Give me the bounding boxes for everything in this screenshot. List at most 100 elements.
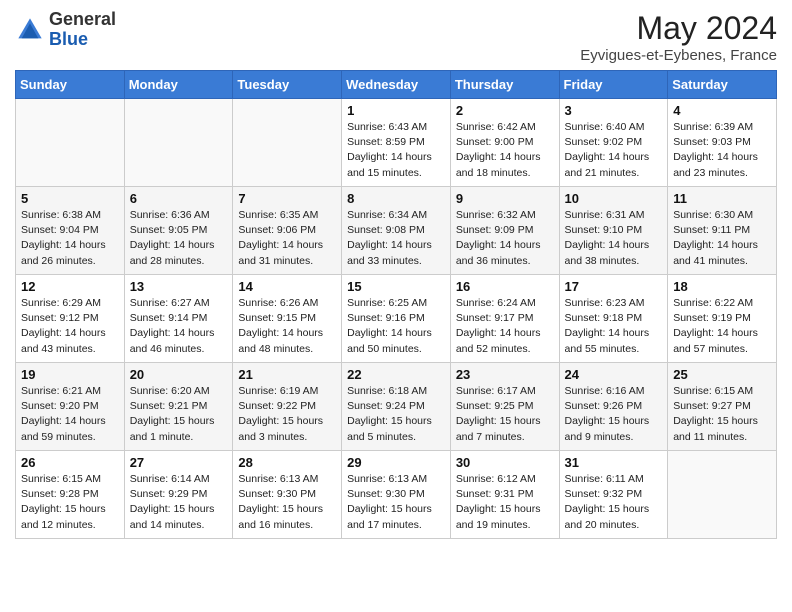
cell-text: Sunrise: 6:21 AM Sunset: 9:20 PM Dayligh… bbox=[21, 384, 119, 445]
day-number: 14 bbox=[238, 279, 336, 294]
cell-text: Sunrise: 6:15 AM Sunset: 9:28 PM Dayligh… bbox=[21, 472, 119, 533]
calendar-cell: 10 Sunrise: 6:31 AM Sunset: 9:10 PM Dayli… bbox=[559, 187, 668, 275]
cell-text: Sunrise: 6:39 AM Sunset: 9:03 PM Dayligh… bbox=[673, 120, 771, 181]
logo-text: General Blue bbox=[49, 10, 116, 50]
cell-text: Sunrise: 6:36 AM Sunset: 9:05 PM Dayligh… bbox=[130, 208, 228, 269]
day-of-week-header: Thursday bbox=[450, 71, 559, 99]
day-number: 1 bbox=[347, 103, 445, 118]
day-of-week-header: Wednesday bbox=[342, 71, 451, 99]
calendar-cell: 25 Sunrise: 6:15 AM Sunset: 9:27 PM Dayli… bbox=[668, 363, 777, 451]
cell-text: Sunrise: 6:14 AM Sunset: 9:29 PM Dayligh… bbox=[130, 472, 228, 533]
day-number: 5 bbox=[21, 191, 119, 206]
cell-text: Sunrise: 6:35 AM Sunset: 9:06 PM Dayligh… bbox=[238, 208, 336, 269]
page-header: General Blue May 2024 Eyvigues-et-Eybene… bbox=[15, 10, 777, 64]
calendar-cell: 6Sunrise: 6:36 AM Sunset: 9:05 PM Daylig… bbox=[124, 187, 233, 275]
cell-text: Sunrise: 6:27 AM Sunset: 9:14 PM Dayligh… bbox=[130, 296, 228, 357]
calendar-cell: 8Sunrise: 6:34 AM Sunset: 9:08 PM Daylig… bbox=[342, 187, 451, 275]
cell-text: Sunrise: 6:43 AM Sunset: 8:59 PM Dayligh… bbox=[347, 120, 445, 181]
day-number: 30 bbox=[456, 455, 554, 470]
cell-text: Sunrise: 6:18 AM Sunset: 9:24 PM Dayligh… bbox=[347, 384, 445, 445]
cell-text: Sunrise: 6:19 AM Sunset: 9:22 PM Dayligh… bbox=[238, 384, 336, 445]
day-number: 2 bbox=[456, 103, 554, 118]
calendar-week-row: 26Sunrise: 6:15 AM Sunset: 9:28 PM Dayli… bbox=[16, 451, 777, 539]
day-number: 25 bbox=[673, 367, 771, 382]
calendar-cell: 12Sunrise: 6:29 AM Sunset: 9:12 PM Dayli… bbox=[16, 275, 125, 363]
cell-text: Sunrise: 6:16 AM Sunset: 9:26 PM Dayligh… bbox=[565, 384, 663, 445]
calendar-header-row: SundayMondayTuesdayWednesdayThursdayFrid… bbox=[16, 71, 777, 99]
calendar-cell: 20 Sunrise: 6:20 AM Sunset: 9:21 PM Dayli… bbox=[124, 363, 233, 451]
day-number: 28 bbox=[238, 455, 336, 470]
cell-text: Sunrise: 6:17 AM Sunset: 9:25 PM Dayligh… bbox=[456, 384, 554, 445]
cell-text: Sunrise: 6:34 AM Sunset: 9:08 PM Dayligh… bbox=[347, 208, 445, 269]
day-number: 23 bbox=[456, 367, 554, 382]
calendar-cell: 27 Sunrise: 6:14 AM Sunset: 9:29 PM Dayli… bbox=[124, 451, 233, 539]
calendar-cell: 14 Sunrise: 6:26 AM Sunset: 9:15 PM Dayli… bbox=[233, 275, 342, 363]
cell-text: Sunrise: 6:11 AM Sunset: 9:32 PM Dayligh… bbox=[565, 472, 663, 533]
day-number: 22 bbox=[347, 367, 445, 382]
calendar-week-row: 12Sunrise: 6:29 AM Sunset: 9:12 PM Dayli… bbox=[16, 275, 777, 363]
cell-text: Sunrise: 6:13 AM Sunset: 9:30 PM Dayligh… bbox=[347, 472, 445, 533]
calendar-cell: 19 Sunrise: 6:21 AM Sunset: 9:20 PM Dayli… bbox=[16, 363, 125, 451]
day-of-week-header: Sunday bbox=[16, 71, 125, 99]
day-number: 20 bbox=[130, 367, 228, 382]
calendar-cell bbox=[668, 451, 777, 539]
day-number: 7 bbox=[238, 191, 336, 206]
logo-icon bbox=[15, 15, 45, 45]
calendar-cell bbox=[233, 99, 342, 187]
logo-blue: Blue bbox=[49, 29, 88, 49]
day-number: 13 bbox=[130, 279, 228, 294]
cell-text: Sunrise: 6:23 AM Sunset: 9:18 PM Dayligh… bbox=[565, 296, 663, 357]
day-number: 21 bbox=[238, 367, 336, 382]
calendar-cell: 5 Sunrise: 6:38 AM Sunset: 9:04 PM Daylig… bbox=[16, 187, 125, 275]
calendar-cell: 16Sunrise: 6:24 AM Sunset: 9:17 PM Dayli… bbox=[450, 275, 559, 363]
cell-text: Sunrise: 6:20 AM Sunset: 9:21 PM Dayligh… bbox=[130, 384, 228, 445]
cell-text: Sunrise: 6:26 AM Sunset: 9:15 PM Dayligh… bbox=[238, 296, 336, 357]
calendar-cell: 31 Sunrise: 6:11 AM Sunset: 9:32 PM Dayli… bbox=[559, 451, 668, 539]
calendar-cell: 29Sunrise: 6:13 AM Sunset: 9:30 PM Dayli… bbox=[342, 451, 451, 539]
cell-text: Sunrise: 6:25 AM Sunset: 9:16 PM Dayligh… bbox=[347, 296, 445, 357]
calendar-cell: 3Sunrise: 6:40 AM Sunset: 9:02 PM Daylig… bbox=[559, 99, 668, 187]
cell-text: Sunrise: 6:12 AM Sunset: 9:31 PM Dayligh… bbox=[456, 472, 554, 533]
day-number: 17 bbox=[565, 279, 663, 294]
day-number: 15 bbox=[347, 279, 445, 294]
calendar-cell: 21 Sunrise: 6:19 AM Sunset: 9:22 PM Dayli… bbox=[233, 363, 342, 451]
calendar-cell: 4 Sunrise: 6:39 AM Sunset: 9:03 PM Daylig… bbox=[668, 99, 777, 187]
calendar-cell: 18Sunrise: 6:22 AM Sunset: 9:19 PM Dayli… bbox=[668, 275, 777, 363]
calendar-cell: 7 Sunrise: 6:35 AM Sunset: 9:06 PM Daylig… bbox=[233, 187, 342, 275]
day-number: 12 bbox=[21, 279, 119, 294]
day-number: 4 bbox=[673, 103, 771, 118]
day-number: 19 bbox=[21, 367, 119, 382]
calendar-week-row: 5 Sunrise: 6:38 AM Sunset: 9:04 PM Daylig… bbox=[16, 187, 777, 275]
day-of-week-header: Friday bbox=[559, 71, 668, 99]
logo-general: General bbox=[49, 9, 116, 29]
cell-text: Sunrise: 6:30 AM Sunset: 9:11 PM Dayligh… bbox=[673, 208, 771, 269]
day-number: 18 bbox=[673, 279, 771, 294]
calendar-cell: 15 Sunrise: 6:25 AM Sunset: 9:16 PM Dayli… bbox=[342, 275, 451, 363]
calendar-cell: 13 Sunrise: 6:27 AM Sunset: 9:14 PM Dayli… bbox=[124, 275, 233, 363]
day-number: 11 bbox=[673, 191, 771, 206]
calendar-week-row: 1 Sunrise: 6:43 AM Sunset: 8:59 PM Daylig… bbox=[16, 99, 777, 187]
day-number: 27 bbox=[130, 455, 228, 470]
calendar-cell: 2 Sunrise: 6:42 AM Sunset: 9:00 PM Daylig… bbox=[450, 99, 559, 187]
title-block: May 2024 Eyvigues-et-Eybenes, France bbox=[580, 10, 777, 64]
calendar-cell: 1 Sunrise: 6:43 AM Sunset: 8:59 PM Daylig… bbox=[342, 99, 451, 187]
day-number: 31 bbox=[565, 455, 663, 470]
calendar-cell: 11 Sunrise: 6:30 AM Sunset: 9:11 PM Dayli… bbox=[668, 187, 777, 275]
day-number: 16 bbox=[456, 279, 554, 294]
cell-text: Sunrise: 6:42 AM Sunset: 9:00 PM Dayligh… bbox=[456, 120, 554, 181]
cell-text: Sunrise: 6:13 AM Sunset: 9:30 PM Dayligh… bbox=[238, 472, 336, 533]
calendar-cell: 30 Sunrise: 6:12 AM Sunset: 9:31 PM Dayli… bbox=[450, 451, 559, 539]
calendar-cell bbox=[16, 99, 125, 187]
calendar-cell: 28 Sunrise: 6:13 AM Sunset: 9:30 PM Dayli… bbox=[233, 451, 342, 539]
cell-text: Sunrise: 6:31 AM Sunset: 9:10 PM Dayligh… bbox=[565, 208, 663, 269]
calendar-cell: 22 Sunrise: 6:18 AM Sunset: 9:24 PM Dayli… bbox=[342, 363, 451, 451]
logo: General Blue bbox=[15, 10, 116, 50]
month-year: May 2024 bbox=[580, 10, 777, 47]
calendar-week-row: 19 Sunrise: 6:21 AM Sunset: 9:20 PM Dayli… bbox=[16, 363, 777, 451]
day-number: 9 bbox=[456, 191, 554, 206]
cell-text: Sunrise: 6:40 AM Sunset: 9:02 PM Dayligh… bbox=[565, 120, 663, 181]
day-number: 10 bbox=[565, 191, 663, 206]
cell-text: Sunrise: 6:38 AM Sunset: 9:04 PM Dayligh… bbox=[21, 208, 119, 269]
cell-text: Sunrise: 6:15 AM Sunset: 9:27 PM Dayligh… bbox=[673, 384, 771, 445]
day-number: 24 bbox=[565, 367, 663, 382]
